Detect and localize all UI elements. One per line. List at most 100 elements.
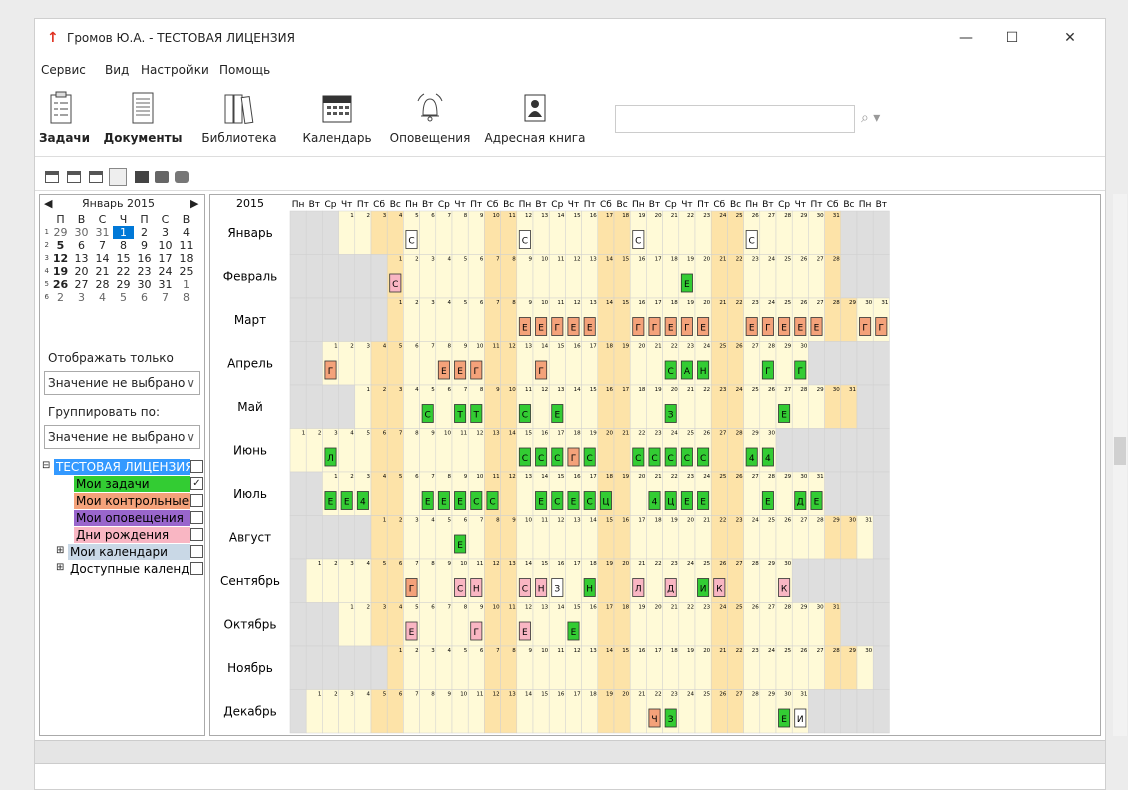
mini-day[interactable]: 1: [176, 278, 197, 291]
event-label: С: [522, 454, 528, 464]
mini-day[interactable]: 31: [92, 226, 113, 239]
mini-day[interactable]: 5: [50, 239, 71, 252]
view-year-icon[interactable]: [109, 168, 127, 186]
mini-day[interactable]: 22: [113, 265, 134, 278]
mini-day[interactable]: 29: [113, 278, 134, 291]
mini-day[interactable]: 24: [155, 265, 176, 278]
search-icon[interactable]: ⌕ ▾: [861, 110, 880, 126]
mini-day[interactable]: 2: [134, 226, 155, 239]
day-number: 3: [350, 561, 354, 567]
tree-checkbox[interactable]: [190, 494, 203, 507]
mini-day[interactable]: 8: [176, 291, 197, 304]
menu-service[interactable]: Сервис: [41, 63, 86, 77]
tree-node[interactable]: Мои задачи: [74, 476, 190, 492]
view-week-icon[interactable]: [67, 171, 81, 183]
mini-day[interactable]: 25: [176, 265, 197, 278]
print-preview-icon[interactable]: [175, 171, 189, 183]
minimize-button[interactable]: —: [945, 23, 987, 53]
mini-day[interactable]: 19: [50, 265, 71, 278]
mini-day[interactable]: 15: [113, 252, 134, 265]
tree-node[interactable]: Дни рождения: [74, 527, 190, 543]
next-month-icon[interactable]: ▶: [190, 197, 198, 210]
library-button[interactable]: Библиотека: [199, 85, 279, 157]
tree-node[interactable]: Мои оповещения: [74, 510, 190, 526]
view-month-icon[interactable]: [89, 171, 103, 183]
mini-day[interactable]: 16: [134, 252, 155, 265]
mini-day[interactable]: 4: [92, 291, 113, 304]
close-button[interactable]: ✕: [1049, 23, 1091, 53]
mini-day[interactable]: 7: [92, 239, 113, 252]
tree-node[interactable]: Мои календари: [68, 544, 190, 560]
vertical-scrollbar[interactable]: [1113, 194, 1127, 736]
mini-day[interactable]: 12: [50, 252, 71, 265]
mini-day[interactable]: 5: [113, 291, 134, 304]
tree-checkbox[interactable]: ✓: [190, 477, 203, 490]
search-input[interactable]: [615, 105, 855, 133]
tree-node[interactable]: Мои контрольные: [74, 493, 190, 509]
mini-day[interactable]: 14: [92, 252, 113, 265]
tree-expander-icon[interactable]: ⊞: [56, 562, 64, 573]
tree-checkbox[interactable]: [190, 545, 203, 558]
mini-day[interactable]: 3: [155, 226, 176, 239]
tree-checkbox[interactable]: [190, 562, 203, 575]
day-number: 23: [736, 518, 743, 524]
tree-checkbox[interactable]: [190, 528, 203, 541]
day-number: 28: [768, 344, 775, 350]
address-book-button[interactable]: Адресная книга: [479, 85, 591, 157]
status-bar: [35, 740, 1105, 764]
mini-day[interactable]: 20: [71, 265, 92, 278]
mini-day[interactable]: 6: [134, 291, 155, 304]
print-icon[interactable]: [155, 171, 169, 183]
documents-button[interactable]: Документы: [87, 85, 199, 157]
scrollbar-thumb[interactable]: [1114, 437, 1126, 465]
view-day-icon[interactable]: [45, 171, 59, 183]
tree-node[interactable]: ТЕСТОВАЯ ЛИЦЕНЗИЯ: [54, 459, 190, 475]
weekday-header: Ср: [778, 200, 790, 210]
folder-icon[interactable]: [135, 171, 149, 183]
mini-day[interactable]: 7: [155, 291, 176, 304]
weekday-header: Вс: [617, 200, 628, 210]
tree-checkbox[interactable]: [190, 511, 203, 524]
mini-day[interactable]: 9: [134, 239, 155, 252]
mini-day[interactable]: 18: [176, 252, 197, 265]
tree-expander-icon[interactable]: ⊟: [42, 460, 50, 471]
notifications-button[interactable]: Оповещения: [385, 85, 475, 157]
tasks-button[interactable]: Задачи: [39, 85, 90, 157]
mini-day[interactable]: 10: [155, 239, 176, 252]
mini-day[interactable]: 21: [92, 265, 113, 278]
tree-checkbox[interactable]: [190, 460, 203, 473]
mini-day[interactable]: 28: [92, 278, 113, 291]
mini-day[interactable]: 13: [71, 252, 92, 265]
menu-view[interactable]: Вид: [105, 63, 129, 77]
calendar-button[interactable]: Календарь: [297, 85, 377, 157]
mini-day[interactable]: 27: [71, 278, 92, 291]
menu-settings[interactable]: Настройки: [141, 63, 209, 77]
mini-day[interactable]: 6: [71, 239, 92, 252]
mini-day[interactable]: 1: [113, 226, 134, 239]
mini-day[interactable]: 29: [50, 226, 71, 239]
mini-day[interactable]: 23: [134, 265, 155, 278]
prev-month-icon[interactable]: ◀: [44, 197, 52, 210]
mini-day[interactable]: 11: [176, 239, 197, 252]
show-only-select[interactable]: Значение не выбрано ∨: [44, 371, 200, 395]
day-number: 17: [606, 213, 613, 219]
menu-help[interactable]: Помощь: [219, 63, 270, 77]
mini-day[interactable]: 17: [155, 252, 176, 265]
mini-day[interactable]: 26: [50, 278, 71, 291]
mini-day[interactable]: 2: [50, 291, 71, 304]
mini-day[interactable]: 30: [71, 226, 92, 239]
mini-day[interactable]: 4: [176, 226, 197, 239]
event-label: Е: [538, 498, 544, 508]
event-label: Г: [798, 367, 804, 377]
tree-node[interactable]: Доступные календари: [68, 561, 190, 577]
mini-day[interactable]: 31: [155, 278, 176, 291]
tree-expander-icon[interactable]: ⊞: [56, 545, 64, 556]
mini-day[interactable]: 8: [113, 239, 134, 252]
weekday-header: Чт: [341, 200, 352, 210]
mini-day[interactable]: 30: [134, 278, 155, 291]
group-by-select[interactable]: Значение не выбрано ∨: [44, 425, 200, 449]
maximize-button[interactable]: ☐: [991, 23, 1033, 53]
day-number: 1: [318, 561, 322, 567]
mini-day[interactable]: 3: [71, 291, 92, 304]
day-cell: [305, 515, 323, 560]
